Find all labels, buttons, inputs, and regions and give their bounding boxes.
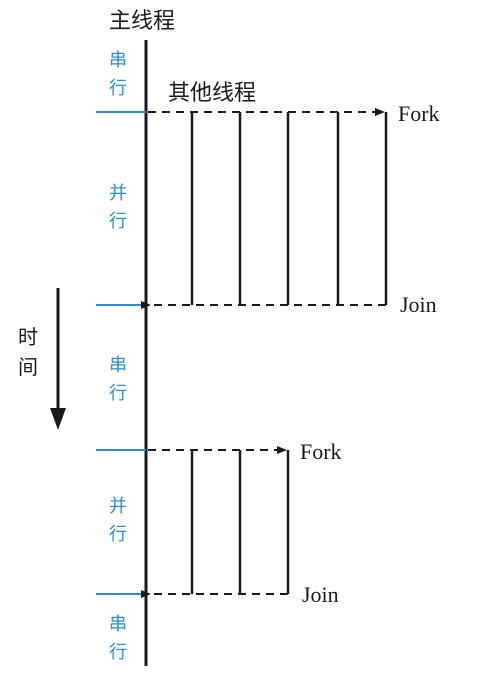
other-threads-title: 其他线程: [168, 81, 256, 106]
fork-label-1: Fork: [398, 101, 440, 126]
phase-label-serial-2-char1: 串: [109, 355, 127, 376]
phase-label-parallel-2-char1: 并: [109, 496, 127, 517]
phase-label-serial-2-char2: 行: [109, 383, 127, 404]
phase-label-parallel-2: 并 行: [109, 496, 127, 545]
fork-join-diagram: 主线程 其他线程 串 行 并 行 串 行 并 行 串 行 时 间 Fork Jo…: [0, 0, 488, 687]
phase-label-serial-1-char2: 行: [109, 78, 127, 99]
time-label-char1: 时: [18, 325, 38, 349]
phase-label-parallel-2-char2: 行: [109, 524, 127, 545]
phase-label-serial-3: 串 行: [109, 614, 127, 663]
time-label-char2: 间: [18, 355, 38, 379]
phase-label-parallel-1-char2: 行: [109, 211, 127, 232]
phase-label-serial-1: 串 行: [109, 50, 127, 99]
phase-label-serial-3-char2: 行: [109, 642, 127, 663]
phase-label-parallel-1-char1: 并: [109, 183, 127, 204]
join-label-1: Join: [400, 292, 437, 317]
fork-join-block-2: Fork Join: [141, 439, 342, 607]
phase-label-serial-2: 串 行: [109, 355, 127, 404]
phase-label-serial-1-char1: 串: [109, 50, 127, 71]
time-label: 时 间: [18, 325, 38, 379]
phase-label-serial-3-char1: 串: [109, 614, 127, 635]
fork-join-block-1: Fork Join: [141, 101, 440, 317]
phase-label-parallel-1: 并 行: [109, 183, 127, 232]
diagram-canvas: 主线程 其他线程 串 行 并 行 串 行 并 行 串 行 时 间 Fork Jo…: [18, 9, 440, 666]
main-thread-title: 主线程: [109, 9, 175, 34]
join-label-2: Join: [302, 582, 339, 607]
fork-label-2: Fork: [300, 439, 342, 464]
time-arrow-head: [50, 408, 66, 430]
